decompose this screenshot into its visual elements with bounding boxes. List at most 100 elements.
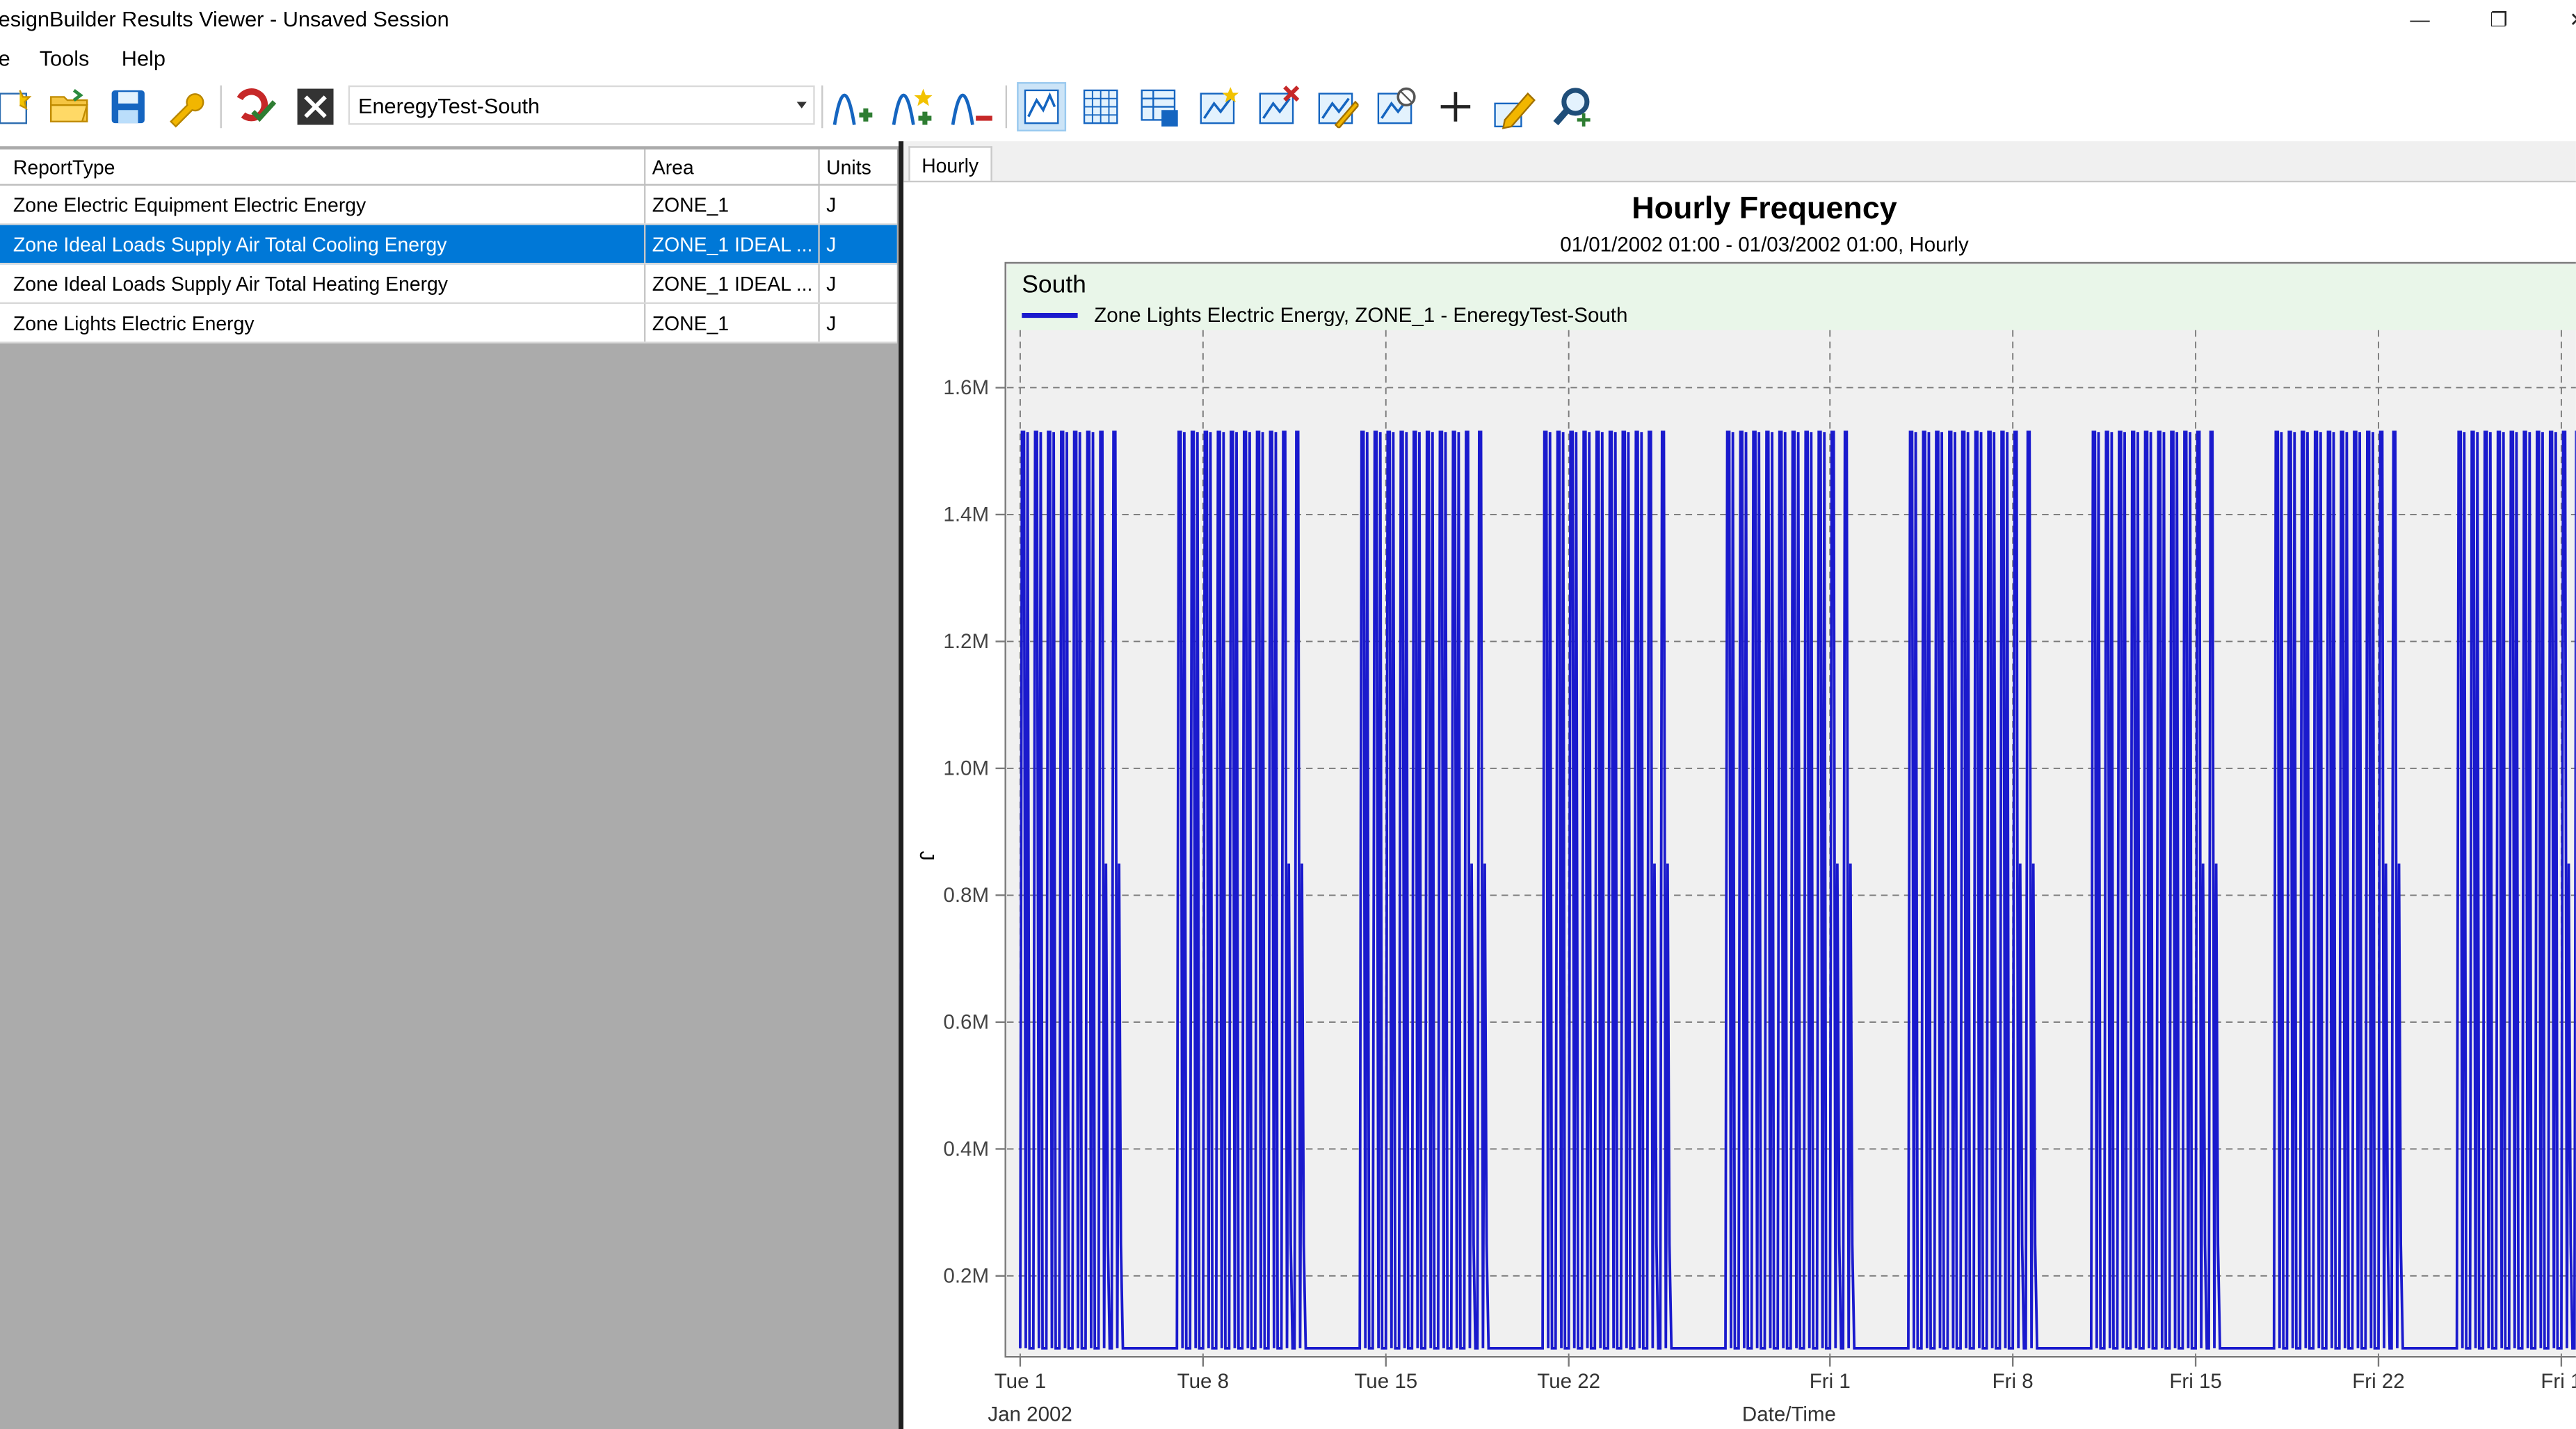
chart-title: Hourly Frequency xyxy=(1632,190,1897,225)
chevron-down-icon[interactable] xyxy=(796,102,807,108)
crosshair-icon xyxy=(1440,92,1471,122)
add-series-star-icon xyxy=(892,88,933,125)
window-title: esignBuilder Results Viewer - Unsaved Se… xyxy=(0,6,449,31)
y-tick-label: 1.0M xyxy=(943,757,989,780)
zoom-button[interactable] xyxy=(1549,82,1599,131)
chart-pane: Hourly Hourly Frequency 01/01/2002 01:00… xyxy=(903,141,2576,1429)
delete-chart-button[interactable] xyxy=(1253,82,1303,131)
cell-units: J xyxy=(826,193,837,216)
save-icon xyxy=(111,90,145,124)
cell-area: ZONE_1 IDEAL ... xyxy=(645,264,820,302)
x-tick-label: Tue 8 xyxy=(1177,1370,1229,1393)
menu-tools[interactable]: Tools xyxy=(40,46,90,70)
remove-series-icon xyxy=(951,93,992,125)
edit-pencil-icon xyxy=(1494,92,1536,129)
y-tick-label: 1.6M xyxy=(943,376,989,399)
cell-area: ZONE_1 xyxy=(645,304,820,342)
new-chart-button[interactable] xyxy=(1194,82,1243,131)
y-tick-label: 0.4M xyxy=(943,1138,989,1161)
column-header-reporttype[interactable]: ReportType xyxy=(6,149,646,184)
dataset-select[interactable]: EneregyTest-South xyxy=(348,85,815,125)
cell-units: J xyxy=(826,232,837,256)
table-row[interactable]: Zone Electric Equipment Electric Energy … xyxy=(0,185,897,225)
title-bar: esignBuilder Results Viewer - Unsaved Se… xyxy=(0,0,2576,40)
x-axis-label: Date/Time xyxy=(1742,1403,1836,1426)
column-header-units[interactable]: Units xyxy=(820,150,897,184)
add-series-icon xyxy=(832,93,873,125)
new-button[interactable] xyxy=(0,82,40,131)
new-icon xyxy=(0,90,32,124)
open-button[interactable] xyxy=(45,82,94,131)
edit-chart-button[interactable] xyxy=(1312,82,1362,131)
add-series-star-button[interactable] xyxy=(889,82,938,131)
toolbar-separator xyxy=(220,85,222,129)
add-series-button[interactable] xyxy=(830,82,879,131)
cell-report-type: Zone Ideal Loads Supply Air Total Heatin… xyxy=(6,264,646,302)
x-tick-label: Fri 8 xyxy=(1993,1370,2034,1393)
chart-svg: Hourly Frequency 01/01/2002 01:00 - 01/0… xyxy=(915,190,2576,1426)
y-tick-label: 1.4M xyxy=(943,503,989,526)
dataset-select-value: EneregyTest-South xyxy=(357,93,540,119)
menu-file[interactable]: e xyxy=(0,46,10,70)
x-tick-label: Fri 22 xyxy=(2352,1370,2404,1393)
open-folder-icon xyxy=(50,89,88,122)
x-tick-label: Fri 15 xyxy=(2169,1370,2221,1393)
new-chart-icon xyxy=(1200,87,1239,124)
y-tick-label: 1.2M xyxy=(943,630,989,653)
data-table-icon xyxy=(1141,89,1178,127)
delete-chart-icon xyxy=(1259,86,1300,124)
legend-title: South xyxy=(1022,270,1086,298)
restore-button[interactable]: ❐ xyxy=(2461,0,2537,40)
table-row[interactable]: Zone Lights Electric Energy ZONE_1 J xyxy=(0,304,897,344)
grid-view-button[interactable] xyxy=(1076,82,1125,131)
chart-view-button[interactable] xyxy=(1017,82,1067,131)
menu-bar: e Tools Help xyxy=(0,39,2576,76)
table-row[interactable]: Zone Ideal Loads Supply Air Total Coolin… xyxy=(0,225,897,265)
cell-report-type: Zone Electric Equipment Electric Energy xyxy=(6,185,646,224)
crosshair-button[interactable] xyxy=(1431,82,1480,131)
y-axis-label: J xyxy=(915,851,937,861)
chart-subtitle: 01/01/2002 01:00 - 01/03/2002 01:00, Hou… xyxy=(1560,233,1969,256)
cell-report-type: Zone Ideal Loads Supply Air Total Coolin… xyxy=(6,225,646,263)
pane-splitter[interactable] xyxy=(899,141,904,1429)
chart-options-icon xyxy=(1377,87,1416,124)
column-header-area[interactable]: Area xyxy=(645,149,820,184)
report-list-pane: ReportType Area Units Zone Electric Equi… xyxy=(0,146,901,1429)
cell-units: J xyxy=(826,311,837,334)
refresh-button[interactable] xyxy=(232,82,281,131)
zoom-search-icon xyxy=(1553,88,1591,127)
save-button[interactable] xyxy=(104,82,153,131)
legend-entry: Zone Lights Electric Energy, ZONE_1 - En… xyxy=(1094,304,1627,327)
chart-options-button[interactable] xyxy=(1371,82,1421,131)
report-grid: ReportType Area Units Zone Electric Equi… xyxy=(0,149,897,344)
remove-series-button[interactable] xyxy=(948,82,997,131)
edit-chart-icon xyxy=(1318,92,1359,129)
x-axis-start-label: Jan 2002 xyxy=(988,1403,1072,1426)
menu-help[interactable]: Help xyxy=(122,46,166,70)
cell-units: J xyxy=(826,271,837,296)
tab-hourly[interactable]: Hourly xyxy=(908,146,992,184)
y-tick-label: 0.6M xyxy=(943,1010,989,1033)
cell-report-type: Zone Lights Electric Energy xyxy=(6,304,646,342)
data-table-button[interactable] xyxy=(1135,82,1184,131)
cell-area: ZONE_1 IDEAL ... xyxy=(645,225,820,263)
refresh-check-icon xyxy=(236,88,277,122)
chart-container: Hourly Frequency 01/01/2002 01:00 - 01/0… xyxy=(903,180,2576,1429)
close-x-icon xyxy=(297,88,334,125)
x-tick-label: Tue 22 xyxy=(1537,1370,1600,1393)
x-tick-label: Fri 1 xyxy=(1810,1370,1851,1393)
edit-pencil-button[interactable] xyxy=(1490,82,1540,131)
settings-wrench-icon xyxy=(169,93,204,128)
x-tick-label: Tue 15 xyxy=(1354,1370,1417,1393)
close-dataset-button[interactable] xyxy=(291,82,340,131)
toolbar-separator xyxy=(821,85,823,129)
minimize-button[interactable]: — xyxy=(2382,0,2458,40)
x-tick-label: Fri 1 xyxy=(2541,1370,2576,1393)
line-chart-icon xyxy=(1024,89,1059,124)
y-tick-label: 0.2M xyxy=(943,1264,989,1287)
table-row[interactable]: Zone Ideal Loads Supply Air Total Heatin… xyxy=(0,264,897,305)
settings-button[interactable] xyxy=(161,82,210,131)
close-window-button[interactable]: ✕ xyxy=(2540,0,2576,40)
toolbar-separator xyxy=(1005,85,1008,129)
y-tick-label: 0.8M xyxy=(943,884,989,907)
